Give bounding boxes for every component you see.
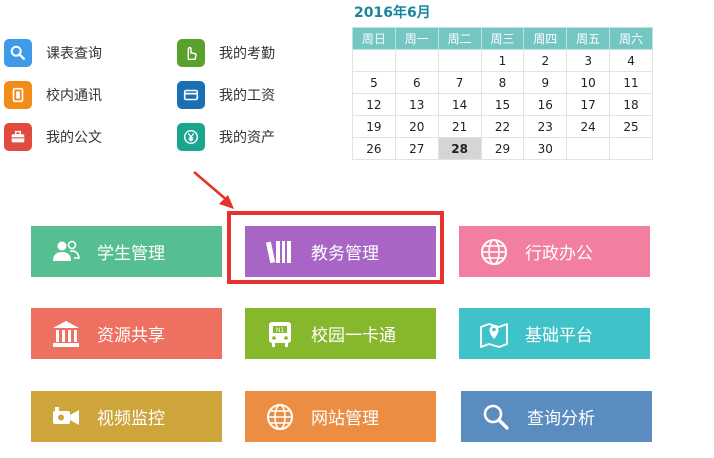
search-icon	[4, 39, 32, 67]
quick-link-label: 我的工资	[219, 88, 275, 104]
globe-icon	[477, 235, 511, 269]
calendar-day[interactable]: 4	[609, 49, 653, 72]
calendar-day[interactable]: 26	[352, 137, 396, 160]
calendar-day[interactable]: 21	[437, 115, 482, 138]
quick-link-label: 校内通讯	[46, 88, 102, 104]
calendar-empty-cell	[394, 49, 439, 72]
calendar-empty-cell	[437, 49, 482, 72]
calendar-empty-cell	[352, 49, 396, 72]
weekday-header: 周二	[437, 27, 482, 50]
calendar-day[interactable]: 27	[394, 137, 439, 160]
calendar-day[interactable]: 7	[437, 71, 482, 94]
tile-academic-management[interactable]: 教务管理	[245, 226, 436, 277]
calendar-day[interactable]: 23	[523, 115, 568, 138]
bus-card-icon: N1	[263, 317, 297, 351]
tile-label: 查询分析	[527, 409, 595, 429]
tile-query-analysis[interactable]: 查询分析	[461, 391, 652, 442]
calendar-day[interactable]: 11	[609, 71, 653, 94]
yen-icon	[177, 123, 205, 151]
tile-website-management[interactable]: 网站管理	[245, 391, 436, 442]
tile-base-platform[interactable]: 基础平台	[459, 308, 650, 359]
tile-video-monitoring[interactable]: 视频监控	[31, 391, 222, 442]
calendar-grid: 周日 周一 周二 周三 周四 周五 周六 1 2 3 4 5 6 7 8 9 10 11 12 13 14…	[352, 27, 653, 160]
camera-icon	[49, 400, 83, 434]
quick-link-assets[interactable]: 我的资产	[177, 122, 275, 152]
tile-label: 校园一卡通	[311, 326, 396, 346]
tile-label: 学生管理	[97, 244, 165, 264]
briefcase-icon	[4, 123, 32, 151]
calendar-day[interactable]: 2	[523, 49, 568, 72]
quick-link-label: 我的资产	[219, 130, 275, 146]
quick-link-label: 我的考勤	[219, 46, 275, 62]
quick-link-directory[interactable]: 校内通讯	[4, 80, 102, 110]
calendar-empty-cell	[566, 137, 611, 160]
quick-link-documents[interactable]: 我的公文	[4, 122, 102, 152]
calendar-day-today[interactable]: 28	[437, 137, 482, 160]
quick-link-label: 课表查询	[46, 46, 102, 62]
calendar-day[interactable]: 1	[480, 49, 525, 72]
tile-student-management[interactable]: 学生管理	[31, 226, 222, 277]
calendar-empty-cell	[609, 137, 653, 160]
tile-administration[interactable]: 行政办公	[459, 226, 650, 277]
weekday-header: 周六	[609, 27, 653, 50]
phone-book-icon	[4, 81, 32, 109]
calendar-day[interactable]: 13	[394, 93, 439, 116]
calendar-day[interactable]: 5	[352, 71, 396, 94]
quick-link-attendance[interactable]: 我的考勤	[177, 38, 275, 68]
calendar-day[interactable]: 16	[523, 93, 568, 116]
quick-link-schedule[interactable]: 课表查询	[4, 38, 102, 68]
weekday-header: 周一	[394, 27, 439, 50]
calendar-week-row: 5 6 7 8 9 10 11	[352, 71, 653, 94]
tile-label: 教务管理	[311, 244, 379, 264]
weekday-header: 周三	[480, 27, 525, 50]
calendar-day[interactable]: 15	[480, 93, 525, 116]
calendar-week-row: 1234	[352, 49, 653, 72]
calendar-week-row: 12 13 14 15 16 17 18	[352, 93, 653, 116]
search-icon	[479, 400, 513, 434]
calendar-day[interactable]: 20	[394, 115, 439, 138]
tile-label: 行政办公	[525, 244, 593, 264]
calendar-title: 2016年6月	[354, 5, 431, 21]
books-icon	[263, 235, 297, 269]
calendar-day[interactable]: 25	[609, 115, 653, 138]
weekday-header: 周五	[566, 27, 611, 50]
calendar-day[interactable]: 18	[609, 93, 653, 116]
pointer-arrow-icon	[193, 171, 234, 209]
quick-link-label: 我的公文	[46, 130, 102, 146]
globe-icon	[263, 400, 297, 434]
tile-label: 资源共享	[97, 326, 165, 346]
calendar-day[interactable]: 30	[523, 137, 568, 160]
quick-link-salary[interactable]: 我的工资	[177, 80, 275, 110]
calendar-day[interactable]: 6	[394, 71, 439, 94]
calendar-day[interactable]: 29	[480, 137, 525, 160]
calendar-day[interactable]: 8	[480, 71, 525, 94]
users-icon	[49, 235, 83, 269]
calendar-day[interactable]: 22	[480, 115, 525, 138]
calendar-day[interactable]: 17	[566, 93, 611, 116]
tile-label: 基础平台	[525, 326, 593, 346]
card-icon	[177, 81, 205, 109]
weekday-header: 周四	[523, 27, 568, 50]
tile-resource-sharing[interactable]: 资源共享	[31, 308, 222, 359]
calendar-day[interactable]: 24	[566, 115, 611, 138]
map-pin-icon	[477, 317, 511, 351]
calendar-day[interactable]: 3	[566, 49, 611, 72]
weekday-header: 周日	[352, 27, 396, 50]
calendar-day[interactable]: 12	[352, 93, 396, 116]
calendar-day[interactable]: 10	[566, 71, 611, 94]
calendar-day[interactable]: 9	[523, 71, 568, 94]
calendar-day[interactable]: 19	[352, 115, 396, 138]
tile-label: 网站管理	[311, 409, 379, 429]
svg-text:N1: N1	[276, 327, 284, 334]
tile-campus-card[interactable]: N1 校园一卡通	[245, 308, 436, 359]
building-icon	[49, 317, 83, 351]
calendar-week-row: 26 27 28 29 30	[352, 137, 653, 160]
hand-icon	[177, 39, 205, 67]
calendar-week-row: 19 20 21 22 23 24 25	[352, 115, 653, 138]
calendar-day[interactable]: 14	[437, 93, 482, 116]
tile-label: 视频监控	[97, 409, 165, 429]
